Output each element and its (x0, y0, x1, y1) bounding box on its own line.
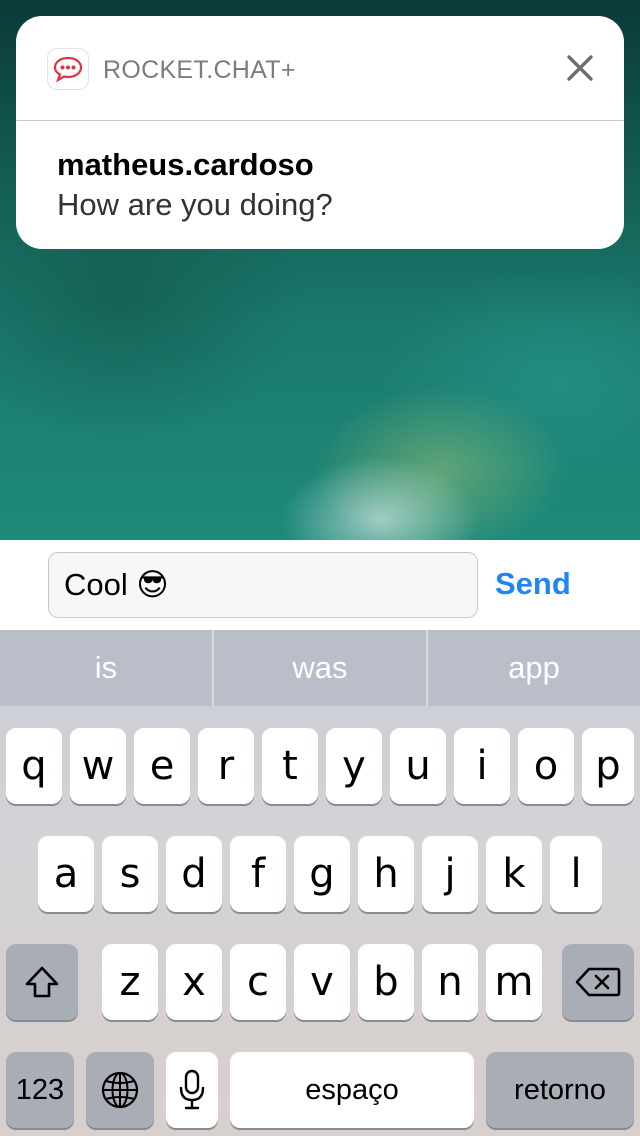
key-e[interactable]: e (134, 728, 190, 804)
key-b[interactable]: b (358, 944, 414, 1020)
sender-name: matheus.cardoso (57, 147, 314, 182)
key-h[interactable]: h (358, 836, 414, 912)
close-icon[interactable] (562, 50, 598, 86)
key-m[interactable]: m (486, 944, 542, 1020)
key-s[interactable]: s (102, 836, 158, 912)
globe-icon[interactable] (86, 1052, 154, 1128)
suggestion-item[interactable]: is (0, 630, 212, 706)
microphone-icon[interactable] (166, 1052, 218, 1128)
key-j[interactable]: j (422, 836, 478, 912)
key-z[interactable]: z (102, 944, 158, 1020)
key-c[interactable]: c (230, 944, 286, 1020)
reply-input-text: Cool 😎 (64, 567, 169, 602)
keyboard: is was app q w e r t y u i o p a s d f g… (0, 630, 640, 1136)
suggestion-item[interactable]: app (428, 630, 640, 706)
key-u[interactable]: u (390, 728, 446, 804)
key-p[interactable]: p (582, 728, 634, 804)
app-name: ROCKET.CHAT+ (103, 56, 296, 84)
suggestion-bar: is was app (0, 630, 640, 706)
key-v[interactable]: v (294, 944, 350, 1020)
reply-input[interactable]: Cool 😎 (48, 552, 478, 618)
suggestion-item[interactable]: was (214, 630, 426, 706)
key-l[interactable]: l (550, 836, 602, 912)
key-i[interactable]: i (454, 728, 510, 804)
key-w[interactable]: w (70, 728, 126, 804)
key-n[interactable]: n (422, 944, 478, 1020)
send-button[interactable]: Send (495, 566, 571, 602)
key-d[interactable]: d (166, 836, 222, 912)
key-t[interactable]: t (262, 728, 318, 804)
shift-icon[interactable] (6, 944, 78, 1020)
reply-bar: Cool 😎 Send (0, 540, 640, 630)
key-q[interactable]: q (6, 728, 62, 804)
backspace-icon[interactable] (562, 944, 634, 1020)
notification-header: ROCKET.CHAT+ (16, 16, 624, 121)
numbers-key[interactable]: 123 (6, 1052, 74, 1128)
rocket-chat-icon (48, 49, 88, 89)
notification-card[interactable]: ROCKET.CHAT+ matheus.cardoso How are you… (16, 16, 624, 249)
key-a[interactable]: a (38, 836, 94, 912)
message-text: How are you doing? (57, 187, 333, 222)
key-f[interactable]: f (230, 836, 286, 912)
key-r[interactable]: r (198, 728, 254, 804)
key-g[interactable]: g (294, 836, 350, 912)
key-y[interactable]: y (326, 728, 382, 804)
return-key[interactable]: retorno (486, 1052, 634, 1128)
key-x[interactable]: x (166, 944, 222, 1020)
space-key[interactable]: espaço (230, 1052, 474, 1128)
key-k[interactable]: k (486, 836, 542, 912)
key-o[interactable]: o (518, 728, 574, 804)
